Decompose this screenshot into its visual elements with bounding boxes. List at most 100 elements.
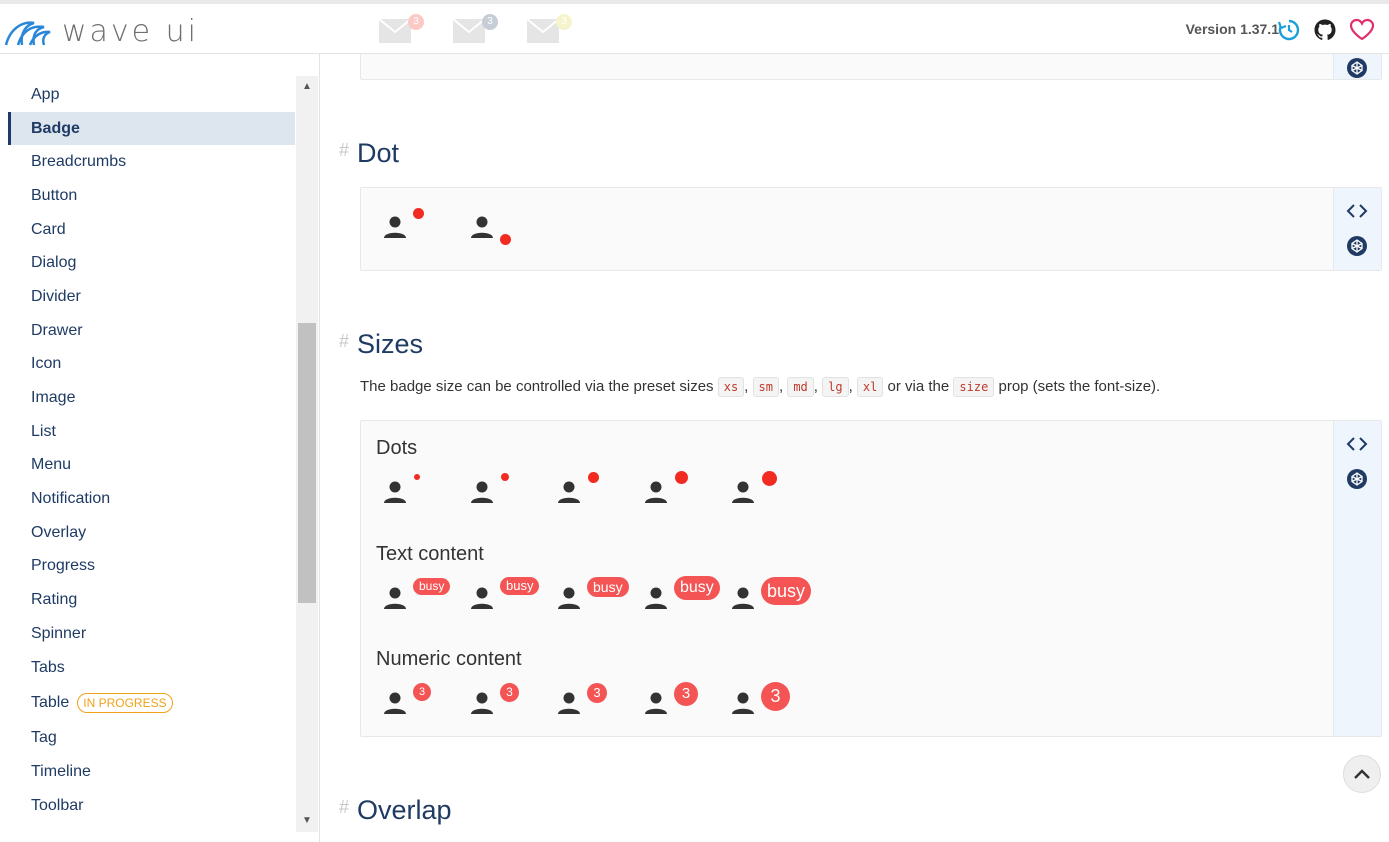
sidebar-item-label: Toolbar (31, 796, 84, 814)
badge-number-md: 3 (587, 683, 607, 703)
code-xl: xl (856, 377, 884, 397)
ghost-badge: 3 (482, 14, 498, 30)
sidebar-item-label: Rating (31, 591, 78, 609)
sidebar: App Badge Breadcrumbs Button Card Dialog… (0, 54, 320, 842)
sidebar-item-drawer[interactable]: Drawer (8, 314, 295, 348)
chevron-up-icon (1354, 769, 1370, 779)
sidebar-item-label: Table (31, 693, 70, 711)
sidebar-item-overlay[interactable]: Overlay (8, 516, 295, 550)
scroll-to-top-button[interactable] (1343, 755, 1381, 793)
person-icon: busy (467, 577, 540, 613)
badge-dot (413, 208, 424, 219)
sidebar-item-label: Progress (31, 557, 96, 575)
sidebar-item-app[interactable]: App (8, 78, 295, 112)
sidebar-item-tag[interactable]: Tag (8, 721, 295, 755)
sidebar-item-label: Dialog (31, 254, 77, 272)
section-title: Dot (357, 138, 400, 168)
ghost-badge: 3 (556, 14, 572, 30)
code-toggle-icon[interactable] (1346, 433, 1368, 455)
scroll-up-arrow-icon[interactable]: ▲ (296, 76, 318, 98)
sidebar-item-label: Breadcrumbs (31, 153, 127, 171)
sidebar-item-tabs[interactable]: Tabs (8, 651, 295, 685)
sidebar-item-label: Timeline (31, 762, 91, 780)
codepen-icon[interactable] (1346, 468, 1368, 490)
sidebar-item-label: App (31, 85, 60, 103)
sidebar-item-image[interactable]: Image (8, 381, 295, 415)
badge-busy-md: busy (587, 577, 629, 597)
anchor-hash[interactable]: # (339, 140, 349, 160)
person-icon (641, 471, 688, 507)
code-xs: xs (717, 377, 745, 397)
sidebar-item-spinner[interactable]: Spinner (8, 617, 295, 651)
example-side-toolbar (1333, 421, 1381, 736)
badge-dot-md (588, 472, 599, 483)
person-icon (554, 472, 599, 507)
desc-text: or via the (887, 378, 950, 395)
sidebar-item-menu[interactable]: Menu (8, 449, 295, 483)
logo-text: wave ui (62, 14, 200, 49)
subheading-text-content: Text content (376, 543, 484, 565)
heart-icon[interactable] (1349, 18, 1375, 42)
sidebar-item-label: Tabs (31, 658, 65, 676)
codepen-icon[interactable] (1346, 57, 1368, 79)
sidebar-item-notification[interactable]: Notification (8, 482, 295, 516)
sidebar-item-breadcrumbs[interactable]: Breadcrumbs (8, 145, 295, 179)
anchor-hash[interactable]: # (339, 797, 349, 817)
example-side-toolbar (1333, 188, 1381, 270)
person-icon: 3 (641, 682, 698, 718)
person-icon: busy (728, 577, 812, 613)
person-icon: 3 (728, 682, 790, 718)
badge-dot (500, 234, 511, 245)
badge-dot-sm (501, 473, 509, 481)
sidebar-item-divider[interactable]: Divider (8, 280, 295, 314)
person-icon: busy (380, 578, 451, 613)
sidebar-item-button[interactable]: Button (8, 179, 295, 213)
mail-icon: 3 (452, 14, 498, 44)
sidebar-item-toolbar[interactable]: Toolbar (8, 789, 295, 823)
ghost-badges: 3 3 3 (378, 14, 572, 44)
sidebar-item-badge[interactable]: Badge (8, 111, 295, 146)
sidebar-item-label: Overlay (31, 523, 87, 541)
sidebar-item-progress[interactable]: Progress (8, 550, 295, 584)
badge-number-xs: 3 (413, 683, 431, 701)
anchor-hash[interactable]: # (339, 331, 349, 351)
code-toggle-icon[interactable] (1346, 200, 1368, 222)
subheading-dots: Dots (376, 437, 418, 459)
badge-busy-xl: busy (761, 577, 812, 605)
code-md: md (787, 377, 814, 397)
badge-number-xl: 3 (761, 682, 790, 711)
section-heading-dot[interactable]: # Dot (339, 138, 399, 169)
person-icon (380, 474, 420, 507)
scroll-down-arrow-icon[interactable]: ▼ (296, 810, 318, 832)
sidebar-item-list[interactable]: List (8, 415, 295, 449)
desc-text: prop (sets the font-size). (998, 378, 1161, 395)
section-title: Sizes (357, 329, 424, 359)
person-icon: 3 (467, 683, 519, 718)
sidebar-scrollbar[interactable]: ▲ ▼ (296, 76, 318, 832)
codepen-icon[interactable] (1346, 235, 1368, 257)
badge-busy-lg: busy (674, 576, 720, 600)
sidebar-item-rating[interactable]: Rating (8, 583, 295, 617)
sidebar-item-timeline[interactable]: Timeline (8, 755, 295, 789)
badge-dot-lg (675, 471, 688, 484)
in-progress-tag: IN PROGRESS (77, 692, 173, 713)
sidebar-item-icon[interactable]: Icon (8, 348, 295, 382)
sizes-description: The badge size can be controlled via the… (360, 377, 1161, 397)
badge-busy-sm: busy (500, 577, 540, 595)
sidebar-item-dialog[interactable]: Dialog (8, 246, 295, 280)
changelog-icon[interactable] (1277, 18, 1301, 42)
section-heading-sizes[interactable]: # Sizes (339, 329, 423, 360)
sidebar-item-table[interactable]: Table IN PROGRESS (8, 684, 295, 721)
scrollbar-thumb[interactable] (298, 323, 316, 603)
section-heading-overlap[interactable]: # Overlap (339, 795, 452, 826)
person-icon (467, 473, 509, 507)
badge-number-sm: 3 (500, 683, 519, 702)
logo[interactable]: wave ui (4, 14, 199, 49)
github-icon[interactable] (1313, 18, 1337, 42)
desc-text: The badge size can be controlled via the… (360, 378, 714, 395)
code-sm: sm (752, 377, 779, 397)
version-label: Version 1.37.1 (1185, 21, 1279, 37)
sidebar-item-card[interactable]: Card (8, 213, 295, 247)
person-icon: 3 (554, 683, 607, 718)
top-icons (1277, 18, 1375, 42)
